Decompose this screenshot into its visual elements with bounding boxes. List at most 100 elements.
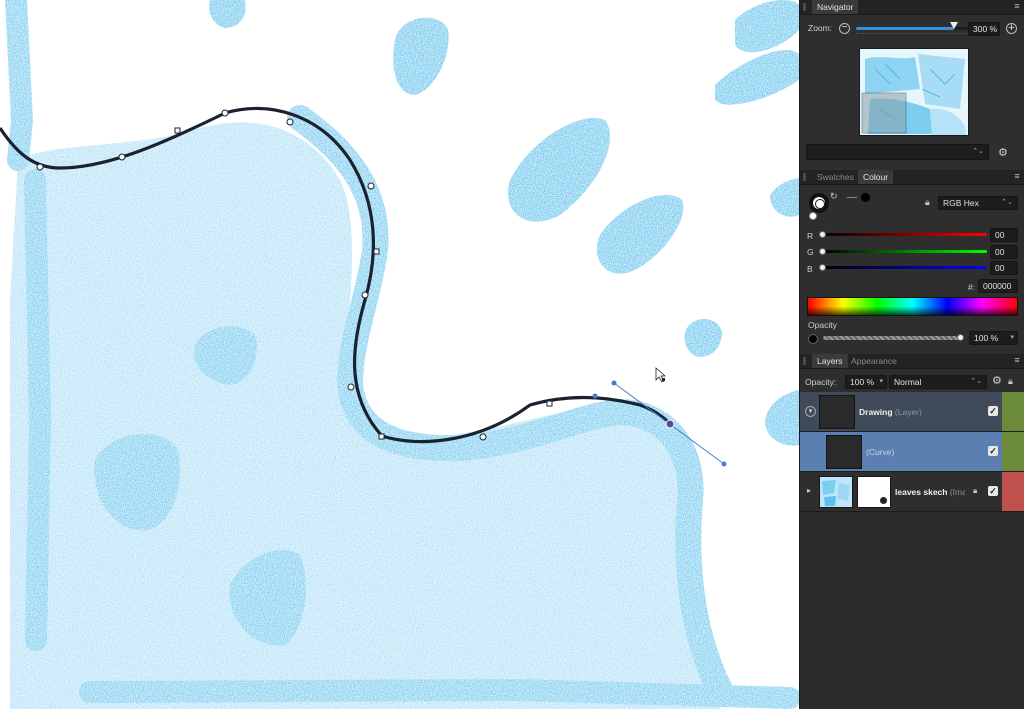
red-channel-label: R <box>807 231 814 241</box>
layer-opacity-value: 100 % <box>850 377 875 387</box>
layer-label: leaves skech (Imag <box>895 487 965 497</box>
layers-empty-area <box>800 512 1024 709</box>
layer-visibility-checkbox[interactable]: ✓ <box>988 406 998 416</box>
hamburger-menu-icon[interactable]: ≡ <box>1012 354 1022 368</box>
layers-tabbar: Layers Appearance ≡ <box>800 354 1024 369</box>
navigator-preview[interactable] <box>859 48 969 136</box>
leaves-thumbnail-art <box>822 480 850 506</box>
layer-type: (Imag <box>949 487 965 497</box>
layer-name: leaves skech <box>895 487 948 497</box>
navigator-tabbar: Navigator ≡ <box>800 0 1024 15</box>
layer-opacity-field[interactable]: 100 % ▾ <box>845 375 887 389</box>
tab-colour[interactable]: Colour <box>858 170 894 184</box>
layer-row-curve[interactable]: (Curve) ✓ <box>800 432 1024 472</box>
tab-appearance[interactable]: Appearance <box>846 354 902 368</box>
colour-spectrum[interactable] <box>807 297 1018 316</box>
bezier-node[interactable] <box>347 383 355 391</box>
navigator-view-dropdown[interactable]: ⌃⌄ <box>806 144 989 160</box>
bezier-node-selected[interactable] <box>665 419 675 429</box>
eyedropper-icon[interactable]: ⟋ <box>844 191 858 206</box>
chevron-down-icon: ▾ <box>879 378 883 385</box>
green-channel-slider[interactable] <box>821 250 987 253</box>
panel-grip[interactable] <box>803 3 806 11</box>
colour-model-select[interactable]: RGB Hex ⌃⌄ <box>938 196 1018 210</box>
opacity-slider-knob[interactable] <box>957 334 964 341</box>
bezier-node[interactable] <box>221 109 229 117</box>
collapse-arrow-icon[interactable]: ▾ <box>805 406 816 417</box>
tab-swatches[interactable]: Swatches <box>812 170 859 184</box>
crayon-dash <box>209 0 246 28</box>
chevron-down-icon: ▾ <box>1010 334 1014 341</box>
swap-arrows-icon[interactable]: ↻ <box>830 191 838 202</box>
bezier-node[interactable] <box>174 127 181 134</box>
zoom-value-field[interactable]: 300 % <box>968 22 1000 36</box>
bezier-node[interactable] <box>286 118 294 126</box>
opacity-label: Opacity <box>808 320 837 330</box>
red-slider-knob[interactable] <box>819 231 826 238</box>
bezier-handle-point[interactable] <box>611 380 617 386</box>
bezier-node[interactable] <box>367 182 375 190</box>
drawing-canvas[interactable] <box>0 0 799 709</box>
navigator-preview-art <box>860 49 968 135</box>
layer-row-leaves-skech[interactable]: ▸ leaves skech (Imag 🔒︎ ✓ <box>800 472 1024 512</box>
layer-row-drawing[interactable]: ▾ Drawing (Layer) ✓ <box>800 392 1024 432</box>
colour-model-label: RGB Hex <box>943 198 979 208</box>
crayon-dash <box>770 178 799 217</box>
zoom-slider-fill <box>856 27 954 30</box>
opacity-value-text: 100 % <box>974 333 999 343</box>
blend-mode-select[interactable]: Normal ⌃⌄ <box>889 375 987 389</box>
bezier-node[interactable] <box>479 433 487 441</box>
bezier-node[interactable] <box>546 400 553 407</box>
red-channel-slider[interactable] <box>821 233 987 236</box>
layer-label: (Curve) <box>866 447 894 457</box>
swap-colors-icon[interactable] <box>809 212 817 220</box>
hamburger-menu-icon[interactable]: ≡ <box>1012 0 1022 14</box>
lock-icon[interactable]: 🔒︎ <box>973 486 977 496</box>
crayon-left-stripe <box>24 169 52 651</box>
layer-name: Drawing <box>859 407 893 417</box>
lock-icon[interactable]: 🔒︎ <box>1008 376 1013 387</box>
red-value-field[interactable]: 00 <box>990 228 1018 242</box>
blue-value-field[interactable]: 00 <box>990 261 1018 275</box>
layer-color-tag <box>1002 392 1024 431</box>
bezier-node[interactable] <box>118 153 126 161</box>
current-color-swatch[interactable] <box>861 193 870 202</box>
studio-panel: Navigator ≡ Zoom: − 300 % + ⌃⌄ ⚙ Swatche… <box>799 0 1024 709</box>
bezier-node[interactable] <box>373 248 380 255</box>
green-channel-label: G <box>807 247 814 257</box>
colour-tabbar: Swatches Colour ≡ <box>800 170 1024 185</box>
bezier-node[interactable] <box>36 163 44 171</box>
green-slider-knob[interactable] <box>819 248 826 255</box>
zoom-slider-knob[interactable] <box>950 22 958 29</box>
hamburger-menu-icon[interactable]: ≡ <box>1012 170 1022 184</box>
bezier-node[interactable] <box>361 291 369 299</box>
panel-grip[interactable] <box>803 357 806 365</box>
blue-slider-knob[interactable] <box>819 264 826 271</box>
blue-channel-slider[interactable] <box>821 266 987 269</box>
layer-visibility-checkbox[interactable]: ✓ <box>988 446 998 456</box>
zoom-label: Zoom: <box>808 23 833 33</box>
panel-grip[interactable] <box>803 173 806 181</box>
minus-circle-icon[interactable]: − <box>839 23 850 34</box>
fill-color-well[interactable] <box>815 199 825 209</box>
tab-navigator[interactable]: Navigator <box>812 0 859 14</box>
green-value-field[interactable]: 00 <box>990 245 1018 259</box>
bezier-node[interactable] <box>378 433 385 440</box>
layer-label: Drawing (Layer) <box>859 407 922 417</box>
bezier-handle-point[interactable] <box>721 461 727 467</box>
gear-icon[interactable]: ⚙ <box>992 374 1002 387</box>
plus-circle-icon[interactable]: + <box>1006 23 1017 34</box>
bezier-node[interactable] <box>592 393 598 399</box>
lock-icon[interactable]: 🔒︎ <box>925 197 930 208</box>
blue-channel-label: B <box>807 264 813 274</box>
tab-layers[interactable]: Layers <box>812 354 848 368</box>
hex-value-field[interactable]: 000000 <box>978 279 1018 293</box>
gear-icon[interactable]: ⚙ <box>998 146 1008 159</box>
layer-visibility-checkbox[interactable]: ✓ <box>988 486 998 496</box>
layer-color-tag <box>1002 472 1024 511</box>
opacity-slider[interactable] <box>823 336 961 340</box>
mask-badge-icon <box>879 496 888 505</box>
expand-arrow-icon[interactable]: ▸ <box>807 486 811 495</box>
opacity-value-field[interactable]: 100 % ▾ <box>969 331 1018 345</box>
crayon-dash <box>596 194 684 274</box>
